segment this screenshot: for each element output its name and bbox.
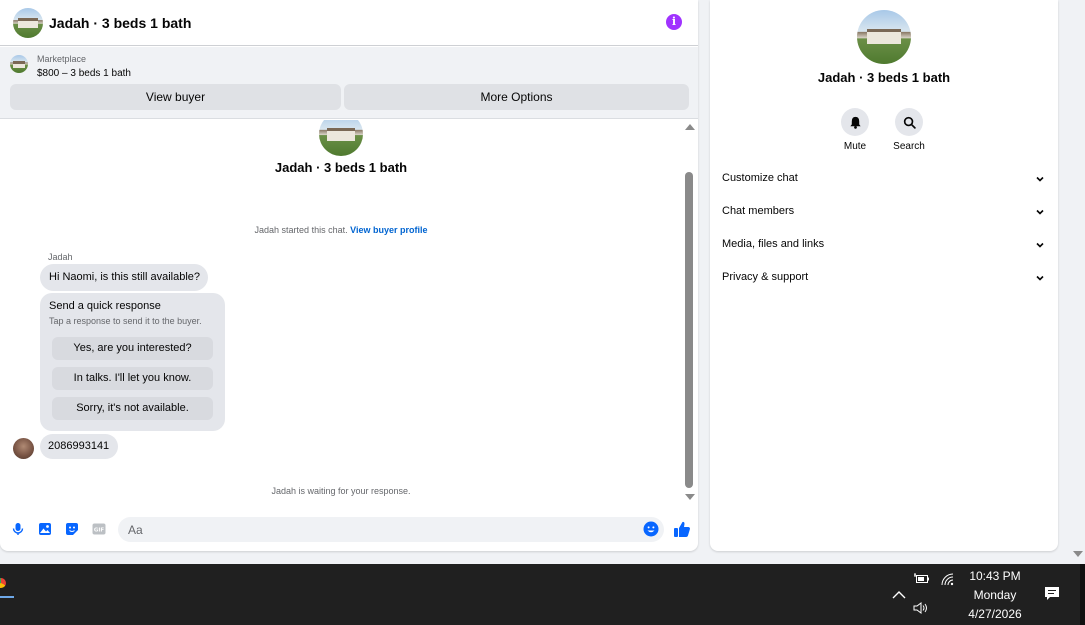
profile-avatar[interactable] (857, 10, 911, 64)
conversation-avatar (319, 120, 363, 156)
microphone-icon[interactable] (11, 522, 25, 536)
show-desktop-strip[interactable] (1080, 564, 1085, 625)
bell-icon (849, 116, 861, 129)
chevron-down-icon (1036, 275, 1044, 281)
section-media-files-links[interactable]: Media, files and links (710, 229, 1058, 262)
quick-response-card: Send a quick response Tap a response to … (40, 293, 225, 431)
chevron-down-icon (1036, 209, 1044, 215)
more-options-button[interactable]: More Options (344, 84, 689, 110)
chrome-icon (0, 578, 6, 588)
mute-button[interactable]: Mute (835, 108, 875, 152)
clock-date[interactable]: 4/27/2026 (950, 607, 1040, 621)
battery-icon[interactable] (914, 572, 930, 586)
chevron-down-icon (1036, 176, 1044, 182)
message-bubble: 2086993141 (40, 434, 118, 459)
message-list[interactable]: Jadah · 3 beds 1 bath Jadah started this… (0, 120, 682, 505)
section-label: Privacy & support (722, 271, 809, 283)
photo-icon[interactable] (38, 522, 52, 536)
sticker-icon[interactable] (65, 522, 79, 536)
search-button[interactable]: Search (889, 108, 929, 152)
scroll-up-arrow[interactable] (685, 124, 695, 130)
message-input-box[interactable] (118, 517, 664, 542)
page-scroll-down-arrow[interactable] (1073, 551, 1083, 557)
listing-thumbnail[interactable] (10, 55, 28, 73)
emoji-icon[interactable] (643, 521, 659, 537)
quick-response-title: Send a quick response (49, 300, 161, 312)
gif-icon[interactable]: GIF (92, 522, 106, 536)
message-scrollbar[interactable] (683, 120, 696, 505)
chat-title[interactable]: Jadah · 3 beds 1 bath (49, 15, 191, 31)
message-input[interactable] (118, 517, 628, 542)
scroll-thumb[interactable] (685, 172, 693, 488)
profile-name: Jadah · 3 beds 1 bath (817, 70, 951, 85)
taskbar: 10:43 PM Monday 4/27/2026 (0, 564, 1085, 625)
quick-response-button[interactable]: Sorry, it's not available. (52, 397, 213, 420)
thumbs-up-icon[interactable] (673, 520, 691, 538)
chat-window: Jadah · 3 beds 1 bath i Marketplace $800… (0, 0, 698, 551)
search-icon (903, 116, 916, 129)
chat-started-text: Jadah started this chat. (254, 225, 348, 235)
chat-header: Jadah · 3 beds 1 bath i (0, 0, 698, 46)
conversation-name: Jadah · 3 beds 1 bath (274, 160, 408, 175)
taskbar-app-chrome[interactable] (0, 570, 14, 598)
section-privacy-support[interactable]: Privacy & support (710, 262, 1058, 295)
section-chat-members[interactable]: Chat members (710, 196, 1058, 229)
quick-response-button[interactable]: In talks. I'll let you know. (52, 367, 213, 390)
section-customize-chat[interactable]: Customize chat (710, 163, 1058, 196)
notification-icon[interactable] (1044, 586, 1060, 602)
clock-day[interactable]: Monday (950, 588, 1040, 602)
view-buyer-button[interactable]: View buyer (10, 84, 341, 110)
message-bubble: Hi Naomi, is this still available? (40, 264, 208, 291)
quick-response-button[interactable]: Yes, are you interested? (52, 337, 213, 360)
svg-text:GIF: GIF (94, 528, 105, 534)
mute-label: Mute (843, 141, 867, 152)
sender-avatar[interactable] (13, 438, 34, 459)
info-icon[interactable]: i (666, 14, 682, 30)
waiting-notice: Jadah is waiting for your response. (271, 486, 411, 496)
composer: GIF (0, 507, 698, 551)
section-label: Customize chat (722, 172, 798, 184)
listing-banner: Marketplace $800 – 3 beds 1 bath View bu… (0, 47, 698, 119)
chevron-down-icon (1036, 242, 1044, 248)
search-label: Search (893, 141, 925, 152)
chat-info-panel: Jadah · 3 beds 1 bath Mute Search Custom… (710, 0, 1058, 551)
section-label: Chat members (722, 205, 795, 217)
volume-icon[interactable] (913, 601, 929, 615)
chat-avatar[interactable] (13, 7, 43, 38)
chat-started-notice: Jadah started this chat. View buyer prof… (0, 225, 682, 235)
section-label: Media, files and links (722, 238, 825, 250)
quick-response-subtitle: Tap a response to send it to the buyer. (49, 316, 202, 326)
sender-name: Jadah (48, 252, 73, 262)
listing-price-title[interactable]: $800 – 3 beds 1 bath (37, 68, 131, 79)
view-buyer-profile-link[interactable]: View buyer profile (350, 225, 427, 235)
scroll-down-arrow[interactable] (685, 494, 695, 500)
clock-time[interactable]: 10:43 PM (950, 569, 1040, 583)
chevron-up-icon[interactable] (891, 588, 907, 602)
listing-category: Marketplace (37, 54, 87, 64)
